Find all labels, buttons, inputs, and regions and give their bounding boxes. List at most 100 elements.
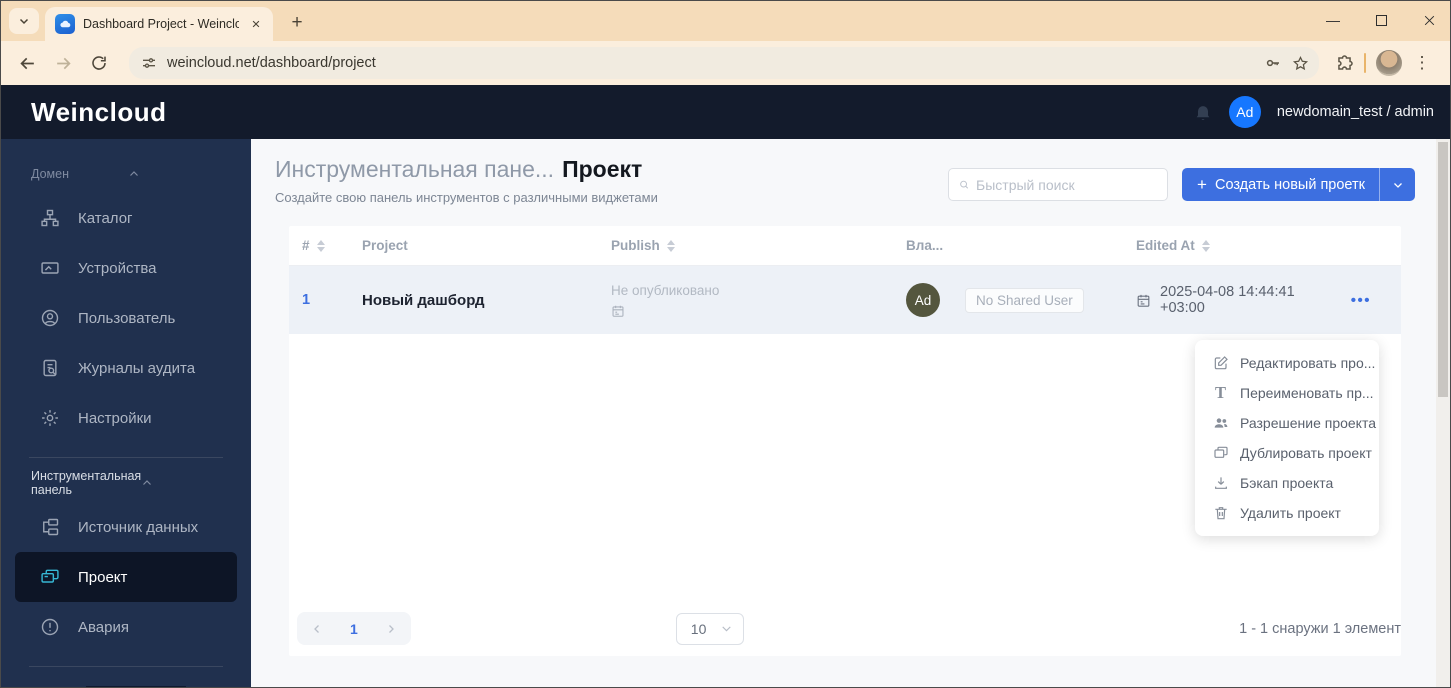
column-label: Project bbox=[362, 238, 408, 253]
maximize-button[interactable] bbox=[1366, 6, 1396, 34]
sidebar-divider bbox=[29, 666, 223, 667]
browser-profile-avatar[interactable] bbox=[1376, 50, 1402, 76]
page-size-select[interactable]: 10 bbox=[675, 612, 744, 645]
sidebar-section-domain[interactable]: Домен bbox=[1, 163, 251, 185]
sort-icon[interactable] bbox=[316, 239, 325, 252]
active-browser-tab[interactable]: Dashboard Project - Weincloud bbox=[45, 7, 273, 41]
forward-button[interactable] bbox=[47, 47, 79, 79]
edited-at-cell: 2025-04-08 14:44:41 +03:00 bbox=[1123, 284, 1331, 316]
menu-item-label: Переименовать пр... bbox=[1240, 385, 1374, 401]
column-label: Вла... bbox=[906, 238, 944, 253]
menu-item-edit-project[interactable]: Редактировать про... bbox=[1195, 348, 1379, 378]
menu-item-delete-project[interactable]: Удалить проект bbox=[1195, 498, 1379, 528]
next-page-icon[interactable] bbox=[385, 623, 397, 635]
back-button[interactable] bbox=[11, 47, 43, 79]
new-tab-button[interactable]: + bbox=[283, 9, 311, 37]
reload-button[interactable] bbox=[83, 47, 115, 79]
data-source-icon bbox=[39, 517, 61, 537]
minimize-button[interactable]: — bbox=[1318, 6, 1348, 34]
sidebar-section-dashboard[interactable]: Инструментальная панель bbox=[1, 469, 251, 497]
duplicate-icon bbox=[1212, 445, 1229, 461]
column-header-edited-at[interactable]: Edited At bbox=[1123, 238, 1331, 253]
sidebar-item-project[interactable]: Проект bbox=[15, 552, 237, 602]
trash-icon bbox=[1212, 505, 1229, 521]
calendar-icon bbox=[1136, 293, 1151, 308]
page-subtitle: Создайте свою панель инструментов с разл… bbox=[275, 190, 658, 205]
menu-item-backup-project[interactable]: Бэкап проекта bbox=[1195, 468, 1379, 498]
sidebar-item-audit-logs[interactable]: Журналы аудита bbox=[1, 343, 251, 393]
chevron-down-icon bbox=[720, 622, 733, 635]
page-number[interactable]: 1 bbox=[350, 621, 358, 637]
notification-bell-icon[interactable] bbox=[1193, 102, 1213, 122]
search-icon bbox=[960, 180, 969, 189]
scrollbar-thumb[interactable] bbox=[1438, 142, 1448, 397]
create-project-label: Создать новый проетк bbox=[1214, 176, 1365, 193]
previous-page-icon[interactable] bbox=[311, 623, 323, 635]
menu-item-label: Удалить проект bbox=[1240, 505, 1341, 521]
menu-item-project-permission[interactable]: Разрешение проекта bbox=[1195, 408, 1379, 438]
url-text[interactable]: weincloud.net/dashboard/project bbox=[167, 55, 1254, 71]
page-title-block: Инструментальная пане... Проект Создайте … bbox=[275, 156, 658, 205]
tab-search-button[interactable] bbox=[9, 8, 39, 34]
sidebar-item-devices[interactable]: Устройства bbox=[1, 243, 251, 293]
sidebar-item-data-source[interactable]: Источник данных bbox=[1, 502, 251, 552]
shared-user-tag: No Shared User bbox=[965, 287, 1084, 313]
owner-avatar[interactable]: Ad bbox=[906, 283, 940, 317]
sidebar-item-label: Авария bbox=[78, 618, 129, 636]
create-project-button[interactable]: + Создать новый проетк bbox=[1182, 168, 1415, 201]
column-header-project[interactable]: Project bbox=[349, 238, 598, 253]
url-bar[interactable]: weincloud.net/dashboard/project bbox=[129, 47, 1319, 79]
sort-icon[interactable] bbox=[666, 239, 675, 252]
search-input[interactable] bbox=[976, 176, 1158, 193]
page-scrollbar[interactable] bbox=[1436, 139, 1450, 687]
menu-item-label: Разрешение проекта bbox=[1240, 415, 1377, 431]
sidebar-item-catalog[interactable]: Каталог bbox=[1, 193, 251, 243]
sidebar-item-label: Пользователь bbox=[78, 309, 176, 327]
chevron-down-icon bbox=[1393, 182, 1402, 188]
menu-item-rename-project[interactable]: T Переименовать пр... bbox=[1195, 378, 1379, 408]
column-header-publish[interactable]: Publish bbox=[598, 238, 893, 253]
project-name[interactable]: Новый дашборд bbox=[349, 292, 598, 309]
download-icon bbox=[1212, 475, 1229, 491]
create-project-main[interactable]: + Создать новый проетк bbox=[1182, 175, 1379, 195]
section-label: Инструментальная панель bbox=[31, 469, 142, 497]
tab-close-icon[interactable] bbox=[247, 15, 265, 33]
publish-cell: Не опубликовано bbox=[598, 283, 893, 318]
main-content: Инструментальная пане... Проект Создайте … bbox=[251, 139, 1436, 687]
menu-item-duplicate-project[interactable]: Дублировать проект bbox=[1195, 438, 1379, 468]
chevron-up-icon bbox=[141, 477, 225, 489]
reload-icon bbox=[92, 56, 106, 70]
column-header-owner[interactable]: Вла... bbox=[893, 238, 1123, 253]
sort-icon[interactable] bbox=[1201, 239, 1210, 252]
sidebar-item-alarm[interactable]: Авария bbox=[1, 602, 251, 652]
sidebar: Домен Каталог Устройства Пользователь Жу… bbox=[1, 139, 251, 687]
bookmark-star-icon[interactable] bbox=[1292, 55, 1309, 72]
plus-icon: + bbox=[1197, 174, 1207, 194]
password-key-icon[interactable] bbox=[1264, 54, 1282, 72]
page-title-active: Проект bbox=[562, 156, 643, 182]
column-header-num[interactable]: # bbox=[289, 238, 349, 253]
extensions-puzzle-icon[interactable] bbox=[1335, 54, 1354, 73]
edit-icon bbox=[1212, 355, 1229, 371]
user-circle-icon bbox=[39, 308, 61, 328]
create-project-dropdown[interactable] bbox=[1379, 168, 1415, 201]
forward-arrow-icon bbox=[56, 57, 71, 69]
row-more-actions-icon[interactable]: ••• bbox=[1351, 292, 1371, 309]
site-settings-icon[interactable] bbox=[141, 55, 157, 71]
chevron-down-icon bbox=[19, 18, 29, 25]
table-row[interactable]: 1 Новый дашборд Не опубликовано Ad No Sh… bbox=[289, 266, 1401, 334]
pagination-summary: 1 - 1 снаружи 1 элемент bbox=[1239, 620, 1401, 637]
user-avatar[interactable]: Ad bbox=[1228, 96, 1261, 128]
sidebar-item-user[interactable]: Пользователь bbox=[1, 293, 251, 343]
column-label: Edited At bbox=[1136, 238, 1195, 253]
browser-window: Dashboard Project - Weincloud + — weincl… bbox=[0, 0, 1451, 688]
edited-at-value: 2025-04-08 14:44:41 +03:00 bbox=[1160, 284, 1295, 316]
breadcrumb: Инструментальная пане... bbox=[275, 156, 555, 182]
close-button[interactable] bbox=[1414, 6, 1444, 34]
account-name[interactable]: newdomain_test / admin bbox=[1277, 104, 1434, 120]
sidebar-item-settings[interactable]: Настройки bbox=[1, 393, 251, 443]
sidebar-item-label: Проект bbox=[78, 568, 128, 586]
table-header-row: # Project Publish Вла... Edited At bbox=[289, 226, 1401, 266]
browser-menu-icon[interactable]: ⋮ bbox=[1412, 53, 1432, 73]
browser-toolbar: weincloud.net/dashboard/project ⋮ bbox=[1, 41, 1450, 85]
